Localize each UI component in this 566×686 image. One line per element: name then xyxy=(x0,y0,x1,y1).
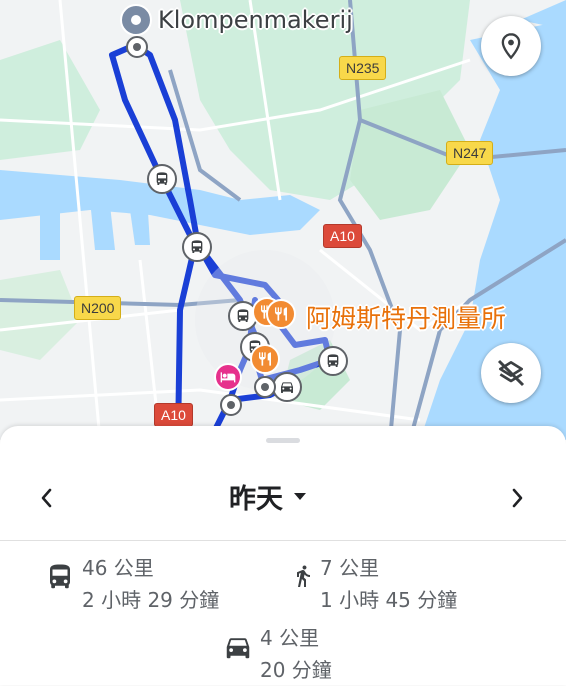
chevron-right-icon xyxy=(512,488,523,508)
stop-marker[interactable] xyxy=(220,394,242,416)
walk-summary: 7 公里 1 小時 45 分鐘 xyxy=(286,552,457,616)
walk-duration: 1 小時 45 分鐘 xyxy=(320,588,458,612)
drive-duration: 20 分鐘 xyxy=(260,658,332,682)
location-button[interactable] xyxy=(481,16,541,76)
bus-icon xyxy=(50,564,70,589)
next-day-button[interactable] xyxy=(498,478,538,518)
road-label-n200: N200 xyxy=(74,296,122,320)
drive-distance: 4 公里 xyxy=(260,626,320,650)
drag-handle[interactable] xyxy=(266,438,300,443)
divider xyxy=(0,540,566,541)
bus-icon xyxy=(327,354,339,367)
location-dot-icon xyxy=(131,15,141,25)
date-navigation: 昨天 xyxy=(0,466,566,522)
stop-dot-icon xyxy=(261,383,269,391)
road-label-a10-south: A10 xyxy=(154,403,193,427)
location-pin-icon xyxy=(501,33,521,60)
stop-marker[interactable] xyxy=(254,376,276,398)
previous-day-button[interactable] xyxy=(26,478,66,518)
walk-distance: 7 公里 xyxy=(320,556,380,580)
car-icon xyxy=(226,638,250,659)
road-label-n235: N235 xyxy=(339,56,387,80)
hotel-pin[interactable] xyxy=(214,363,242,391)
drive-summary: 4 公里 20 分鐘 xyxy=(216,622,332,686)
transit-duration: 2 小時 29 分鐘 xyxy=(82,588,220,612)
start-stop-marker[interactable] xyxy=(126,36,148,58)
timeline-bottom-sheet: 昨天 46 公里 2 小時 29 分鐘 7 公里 1 小時 45 分鐘 4 公里… xyxy=(0,426,566,685)
bus-stop-marker[interactable] xyxy=(147,164,177,194)
dropdown-arrow-icon xyxy=(294,493,306,500)
road-label-a10: A10 xyxy=(323,224,362,248)
transit-summary: 46 公里 2 小時 29 分鐘 xyxy=(38,552,219,616)
date-selector[interactable]: 昨天 xyxy=(229,476,307,516)
transit-distance: 46 公里 xyxy=(82,556,154,580)
road-label-n247: N247 xyxy=(446,141,494,165)
layers-off-icon xyxy=(497,359,525,387)
bus-stop-marker[interactable] xyxy=(182,232,212,262)
bus-icon xyxy=(191,240,203,253)
layers-toggle-button[interactable] xyxy=(481,343,541,403)
car-stop-marker[interactable] xyxy=(272,372,302,402)
car-icon xyxy=(281,382,293,393)
fork-knife-icon xyxy=(275,307,287,321)
start-place-pin[interactable] xyxy=(120,4,152,36)
stop-dot-icon xyxy=(227,401,235,409)
bus-icon xyxy=(156,172,168,185)
map-view[interactable]: N235 N247 A10 N200 A10 Klompenmakerij 阿姆… xyxy=(0,0,566,440)
restaurant-pin[interactable] xyxy=(266,299,296,329)
stop-dot-icon xyxy=(133,43,141,51)
bus-icon xyxy=(237,309,249,322)
destination-label[interactable]: 阿姆斯特丹測量所 xyxy=(306,299,506,335)
start-place-label[interactable]: Klompenmakerij xyxy=(158,6,353,34)
chevron-left-icon xyxy=(41,488,52,508)
restaurant-pin[interactable] xyxy=(250,344,280,374)
date-label: 昨天 xyxy=(229,483,283,515)
walk-icon xyxy=(297,565,310,587)
bus-stop-marker[interactable] xyxy=(318,346,348,376)
bed-icon xyxy=(220,372,236,383)
fork-knife-icon xyxy=(259,352,271,366)
